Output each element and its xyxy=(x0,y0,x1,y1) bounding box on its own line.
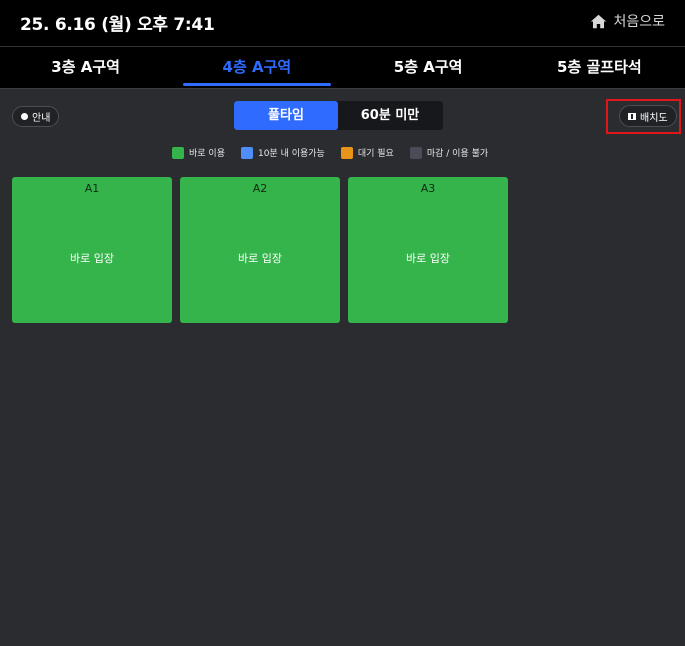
tab-3f-a[interactable]: 3층 A구역 xyxy=(0,47,171,88)
seat-card[interactable]: A2 바로 입장 xyxy=(180,177,340,323)
status-legend: 바로 이용 10분 내 이용가능 대기 필요 마감 / 이용 불가 xyxy=(172,146,488,159)
map-icon xyxy=(628,112,636,120)
layout-button[interactable]: 배치도 xyxy=(619,105,677,127)
legend-label: 바로 이용 xyxy=(189,149,225,159)
home-icon xyxy=(590,13,607,30)
seat-status: 바로 입장 xyxy=(406,252,450,265)
home-button[interactable]: 처음으로 xyxy=(590,11,665,31)
legend-item: 10분 내 이용가능 xyxy=(240,146,325,159)
legend-swatch-soon xyxy=(240,146,253,159)
seat-status: 바로 입장 xyxy=(238,252,282,265)
legend-swatch-closed xyxy=(409,146,422,159)
home-label: 처음으로 xyxy=(613,14,665,30)
seat-id: A1 xyxy=(84,182,100,195)
datetime-label: 25. 6.16 (월) 오후 7:41 xyxy=(20,15,215,35)
legend-swatch-available xyxy=(172,146,184,159)
legend-item: 바로 이용 xyxy=(172,146,225,159)
segment-fulltime[interactable]: 풀타임 xyxy=(234,101,338,130)
tab-5f-a[interactable]: 5층 A구역 xyxy=(343,47,514,88)
tab-5f-golf[interactable]: 5층 골프타석 xyxy=(514,47,685,88)
legend-label: 마감 / 이용 불가 xyxy=(426,149,489,159)
legend-label: 10분 내 이용가능 xyxy=(257,149,325,159)
seat-card[interactable]: A3 바로 입장 xyxy=(348,177,508,323)
duration-toggle: 풀타임 60분 미만 xyxy=(234,101,443,130)
seat-id: A2 xyxy=(252,182,268,195)
seat-id: A3 xyxy=(420,182,436,195)
info-button[interactable]: 안내 xyxy=(12,106,60,127)
legend-item: 대기 필요 xyxy=(340,146,394,159)
tab-4f-a[interactable]: 4층 A구역 xyxy=(171,47,342,88)
floor-tabs: 3층 A구역 4층 A구역 5층 A구역 5층 골프타석 xyxy=(0,47,685,89)
seat-status: 바로 입장 xyxy=(70,252,114,265)
info-label: 안내 xyxy=(32,113,51,124)
layout-label: 배치도 xyxy=(640,112,668,124)
segment-under-60[interactable]: 60분 미만 xyxy=(338,101,442,130)
seat-grid: A1 바로 입장 A2 바로 입장 A3 바로 입장 xyxy=(12,177,508,323)
legend-label: 대기 필요 xyxy=(357,149,394,159)
legend-item: 마감 / 이용 불가 xyxy=(409,146,489,159)
info-icon xyxy=(21,113,28,120)
top-bar: 25. 6.16 (월) 오후 7:41 처음으로 xyxy=(0,0,685,47)
legend-swatch-wait xyxy=(340,146,353,159)
seat-card[interactable]: A1 바로 입장 xyxy=(12,177,172,323)
